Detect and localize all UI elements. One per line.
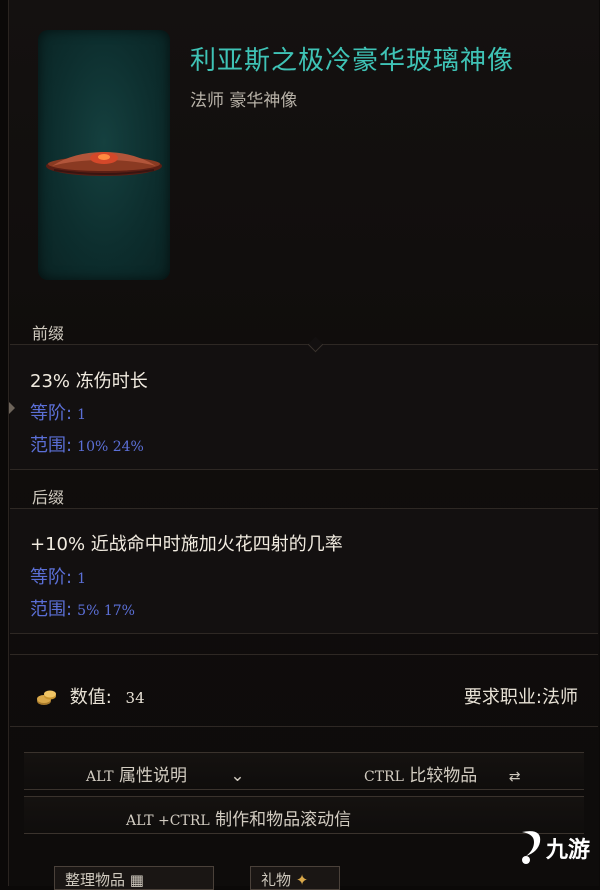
star-icon: ✦ xyxy=(295,871,309,889)
item-value: 数值: 34 xyxy=(36,683,145,709)
sort-items-button[interactable]: 整理物品 ▦ xyxy=(54,866,214,890)
suffix-label: 后缀 xyxy=(32,488,65,507)
ctrl-hint[interactable]: CTRL 比较物品 ⇄ xyxy=(364,761,520,786)
compare-arrows-icon: ⇄ xyxy=(508,769,521,785)
prefix-tier-key: 等阶: xyxy=(30,403,73,424)
suffix-range: 范围: 5% 17% xyxy=(30,595,135,621)
suffix-range-key: 范围: xyxy=(30,599,73,620)
prefix-range: 范围: 10% 24% xyxy=(30,431,144,457)
altctrl-key: ALT +CTRL xyxy=(126,813,210,829)
gift-label: 礼物 xyxy=(261,871,292,889)
divider xyxy=(10,654,598,655)
idol-relic-icon xyxy=(46,152,162,176)
coin-icon xyxy=(37,690,56,705)
watermark: 九游 xyxy=(518,826,592,870)
prefix-effect: 23% 冻伤时长 xyxy=(30,371,148,392)
item-type: 法师 豪华神像 xyxy=(190,91,298,111)
prefix-range-key: 范围: xyxy=(30,435,73,456)
suffix-tier-key: 等阶: xyxy=(30,567,73,588)
item-name: 利亚斯之极冷豪华玻璃神像 xyxy=(190,46,515,76)
value-number: 34 xyxy=(125,689,145,707)
alt-key: ALT xyxy=(86,769,114,785)
chevron-down-icon: ⌄ xyxy=(230,766,245,786)
gift-button[interactable]: 礼物 ✦ xyxy=(250,866,340,890)
suffix-tier: 等阶: 1 xyxy=(30,563,86,589)
sort-items-label: 整理物品 xyxy=(65,871,126,889)
prefix-label: 前缀 xyxy=(32,324,65,343)
hint-bar-top: ALT 属性说明 ⌄ CTRL 比较物品 ⇄ xyxy=(24,752,584,790)
alt-hint[interactable]: ALT 属性说明 ⌄ xyxy=(86,761,245,786)
alt-label: 属性说明 xyxy=(119,766,188,786)
grid-icon: ▦ xyxy=(129,871,144,889)
item-image xyxy=(38,30,170,280)
prefix-tier: 等阶: 1 xyxy=(30,399,86,425)
prefix-tier-value: 1 xyxy=(77,407,87,423)
ctrl-label: 比较物品 xyxy=(409,766,478,786)
value-label: 数值: xyxy=(69,687,112,708)
hint-bar-bottom: ALT +CTRL 制作和物品滚动信 xyxy=(24,796,584,834)
suffix-tier-value: 1 xyxy=(77,571,87,587)
suffix-range-value: 5% 17% xyxy=(77,603,135,619)
prefix-range-value: 10% 24% xyxy=(77,439,144,455)
watermark-text: 九游 xyxy=(546,838,591,863)
class-requirement: 要求职业:法师 xyxy=(463,687,578,708)
altctrl-label: 制作和物品滚动信 xyxy=(215,810,352,830)
altctrl-hint[interactable]: ALT +CTRL 制作和物品滚动信 xyxy=(126,805,351,830)
side-arrow-icon[interactable] xyxy=(9,402,15,414)
suffix-effect: +10% 近战命中时施加火花四射的几率 xyxy=(30,534,343,555)
watermark-logo-icon xyxy=(522,831,541,864)
ctrl-key: CTRL xyxy=(364,769,404,785)
divider xyxy=(10,726,598,727)
